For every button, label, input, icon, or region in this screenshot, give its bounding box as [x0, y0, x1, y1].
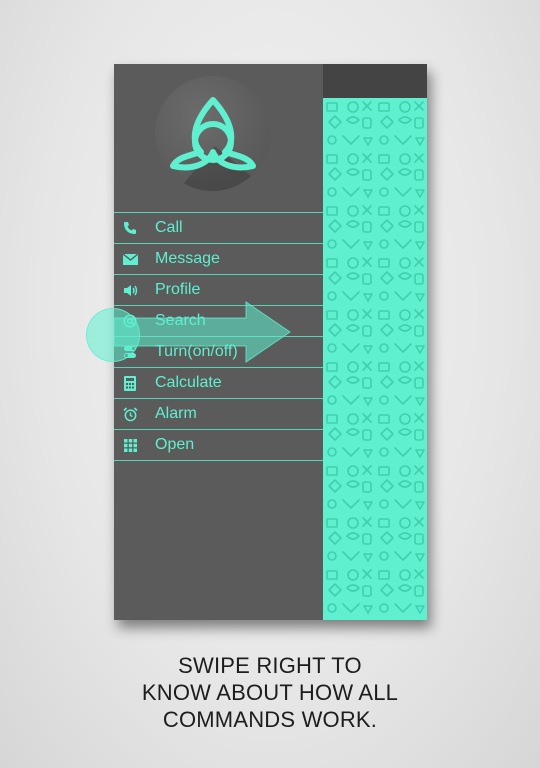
speaker-icon: [122, 282, 138, 298]
alarm-clock-icon: [122, 406, 138, 422]
menu-item-label: Open: [155, 436, 195, 453]
swipe-right-arrow-icon: [114, 301, 291, 363]
envelope-icon: [122, 251, 138, 267]
menu-item-label: Message: [155, 250, 220, 267]
menu-item-label: Calculate: [155, 374, 222, 391]
instruction-line: SWIPE RIGHT TO: [178, 653, 362, 678]
swipe-instruction-text: SWIPE RIGHT TO KNOW ABOUT HOW ALL COMMAN…: [0, 652, 540, 733]
calculator-icon: [122, 375, 138, 391]
instruction-line: COMMANDS WORK.: [162, 707, 378, 732]
menu-item-message[interactable]: Message: [114, 243, 323, 274]
instruction-line: KNOW ABOUT HOW ALL: [141, 680, 399, 705]
phone-icon: [122, 220, 138, 236]
menu-item-open[interactable]: Open: [114, 429, 323, 461]
triquetra-icon: [170, 97, 256, 171]
menu-item-calculate[interactable]: Calculate: [114, 367, 323, 398]
menu-item-alarm[interactable]: Alarm: [114, 398, 323, 429]
content-app-bar: [323, 64, 427, 98]
content-doodle-background: [323, 98, 427, 620]
menu-item-label: Profile: [155, 281, 201, 298]
menu-item-label: Call: [155, 219, 183, 236]
menu-item-call[interactable]: Call: [114, 212, 323, 243]
grid-icon: [122, 437, 138, 453]
menu-item-label: Alarm: [155, 405, 197, 422]
app-logo[interactable]: [155, 76, 270, 191]
